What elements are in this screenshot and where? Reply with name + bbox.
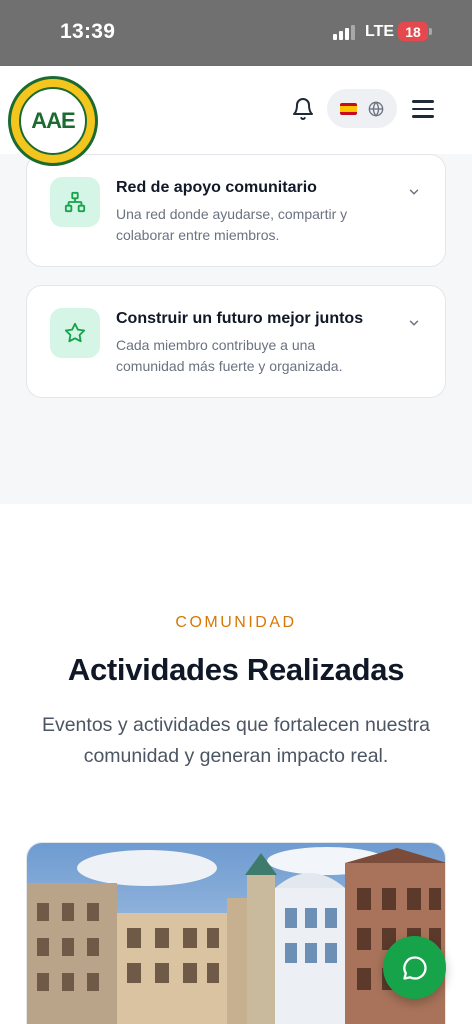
status-time: 13:39 bbox=[60, 20, 116, 43]
star-icon bbox=[64, 322, 86, 343]
chat-bubble-icon bbox=[402, 955, 427, 980]
spain-flag-icon bbox=[340, 102, 358, 115]
logo-text: AAE bbox=[31, 108, 75, 133]
feature-card-better-future[interactable]: Construir un futuro mejor juntos Cada mi… bbox=[26, 285, 446, 398]
activity-photo[interactable] bbox=[26, 842, 446, 1024]
battery-level: 18 bbox=[405, 23, 421, 40]
battery-tip bbox=[429, 28, 432, 35]
section-subtitle: Eventos y actividades que fortalecen nue… bbox=[41, 714, 431, 767]
feature-description: Una red donde ayudarse, compartir y cola… bbox=[116, 206, 348, 243]
battery-icon: 18 bbox=[398, 22, 428, 41]
bell-icon[interactable] bbox=[291, 97, 315, 121]
feature-title: Construir un futuro mejor juntos bbox=[116, 310, 364, 327]
network-icon bbox=[64, 191, 86, 213]
hamburger-menu-icon[interactable] bbox=[412, 99, 434, 119]
section-title: Actividades Realizadas bbox=[67, 652, 405, 687]
network-label: LTE bbox=[365, 23, 395, 40]
features-section: Red de apoyo comunitario Una red donde a… bbox=[0, 154, 472, 504]
section-eyebrow: COMUNIDAD bbox=[175, 614, 297, 631]
feature-title: Red de apoyo comunitario bbox=[116, 179, 317, 196]
language-selector[interactable] bbox=[327, 89, 397, 128]
feature-icon-box bbox=[50, 308, 100, 358]
feature-description: Cada miembro contribuye a una comunidad … bbox=[116, 337, 343, 374]
status-bar: 13:39 LTE 18 bbox=[0, 0, 472, 66]
chat-button[interactable] bbox=[383, 936, 446, 999]
feature-card-support-network[interactable]: Red de apoyo comunitario Una red donde a… bbox=[26, 154, 446, 267]
aae-logo[interactable]: AAE bbox=[8, 76, 98, 166]
signal-icon bbox=[333, 24, 357, 40]
logo-seal: AAE bbox=[19, 87, 87, 155]
chevron-down-icon[interactable] bbox=[407, 185, 421, 199]
town-square-image bbox=[27, 843, 445, 1024]
feature-icon-box bbox=[50, 177, 100, 227]
globe-icon bbox=[368, 101, 384, 117]
chevron-down-icon[interactable] bbox=[407, 316, 421, 330]
